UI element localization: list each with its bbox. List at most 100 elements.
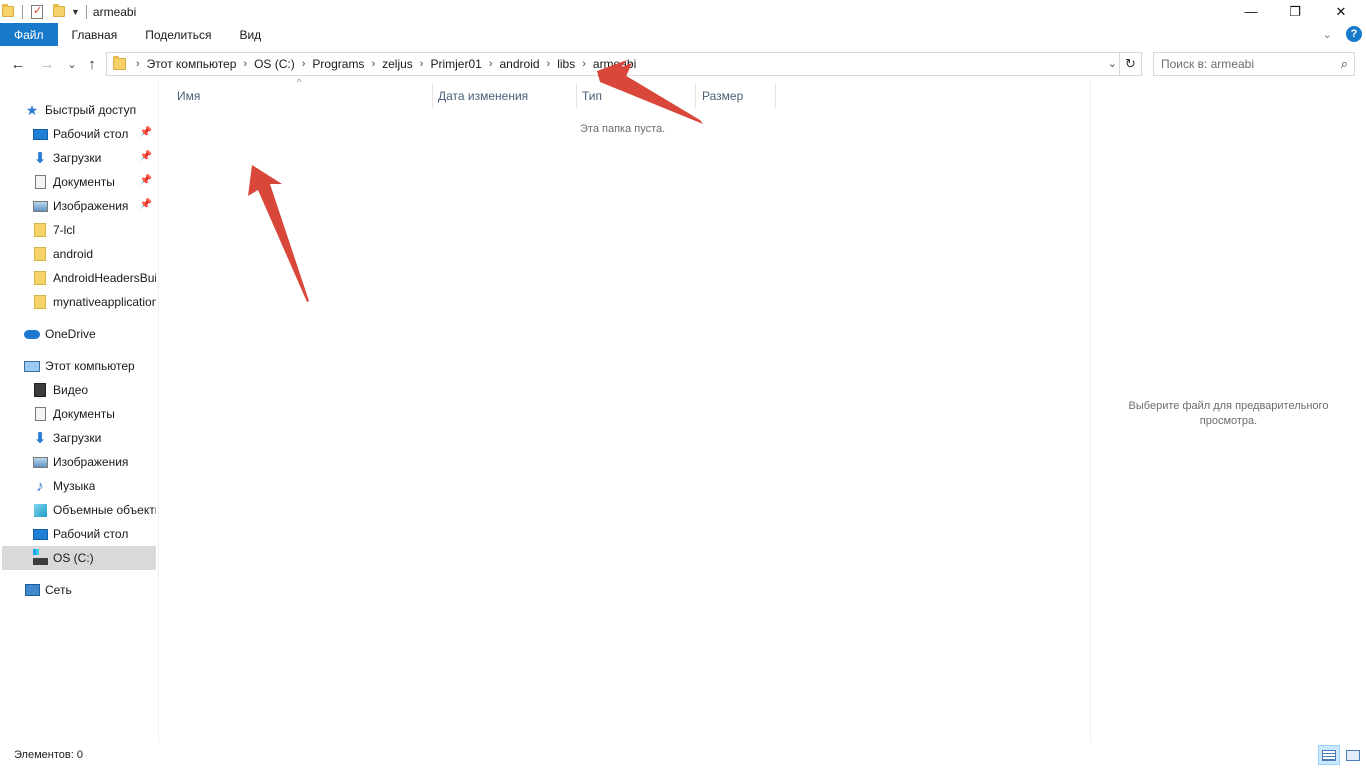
breadcrumb: › Этот компьютер › OS (C:) › Programs › … [134, 57, 641, 71]
breadcrumb-this-pc[interactable]: Этот компьютер [142, 57, 242, 71]
nav-quick-android[interactable]: android [2, 242, 156, 266]
nav-label: mynativeapplication [53, 295, 156, 309]
tab-home[interactable]: Главная [58, 23, 132, 46]
minimize-button[interactable]: — [1228, 0, 1274, 23]
customize-toolbar-dropdown-icon[interactable]: ▼ [71, 7, 80, 17]
nav-label: Изображения [53, 199, 129, 213]
back-button[interactable]: ← [9, 54, 27, 74]
download-icon: ⬇ [33, 429, 47, 447]
nav-network[interactable]: Сеть [2, 578, 156, 602]
breadcrumb-separator[interactable]: › [580, 58, 588, 70]
breadcrumb-separator[interactable]: › [369, 58, 377, 70]
nav-quick-downloads[interactable]: ⬇ Загрузки 📌 [2, 146, 156, 170]
address-bar[interactable]: › Этот компьютер › OS (C:) › Programs › … [106, 52, 1142, 76]
pictures-icon [32, 200, 48, 212]
nav-pc-videos[interactable]: Видео [2, 378, 156, 402]
nav-quick-mynativeapplication[interactable]: mynativeapplication [2, 290, 156, 314]
folder-icon [34, 295, 46, 309]
help-icon[interactable]: ? [1346, 26, 1362, 42]
breadcrumb-separator[interactable]: › [241, 58, 249, 70]
nav-label: Рабочий стол [53, 127, 129, 141]
forward-button[interactable]: → [38, 54, 56, 74]
breadcrumb-separator[interactable]: › [418, 58, 426, 70]
ribbon-tabs: Файл Главная Поделиться Вид ⌄ ? [0, 23, 1366, 46]
breadcrumb-separator[interactable]: › [487, 58, 495, 70]
search-box[interactable]: ⌕ [1153, 52, 1355, 76]
nav-quick-desktop[interactable]: Рабочий стол 📌 [2, 122, 156, 146]
window-title: armeabi [92, 4, 137, 19]
desktop-icon [32, 128, 48, 140]
folder-icon [34, 223, 46, 237]
column-divider[interactable] [775, 83, 776, 108]
nav-onedrive[interactable]: OneDrive [2, 322, 156, 346]
breadcrumb-libs[interactable]: libs [552, 57, 580, 71]
file-list[interactable]: Имя ^ Дата изменения Тип Размер Эта папк… [160, 77, 1089, 742]
nav-quick-documents[interactable]: Документы 📌 [2, 170, 156, 194]
nav-quick-access[interactable]: ★ Быстрый доступ [2, 98, 156, 122]
nav-pc-downloads[interactable]: ⬇ Загрузки [2, 426, 156, 450]
column-header-size[interactable]: Размер [702, 83, 743, 108]
nav-label: Документы [53, 407, 115, 421]
music-note-icon: ♪ [36, 477, 44, 495]
column-header-name[interactable]: Имя [177, 83, 200, 108]
column-header-type[interactable]: Тип [582, 83, 602, 108]
drive-icon [32, 548, 48, 565]
column-divider[interactable] [576, 83, 577, 108]
pin-icon: 📌 [139, 175, 152, 186]
details-view-icon [1322, 749, 1336, 761]
restore-button[interactable]: ❐ [1272, 0, 1318, 23]
nav-label: Загрузки [53, 431, 102, 445]
nav-quick-7-lcl[interactable]: 7-lcl [2, 218, 156, 242]
large-icons-view-button[interactable] [1342, 745, 1364, 765]
tab-file[interactable]: Файл [0, 23, 58, 46]
pin-icon: 📌 [139, 151, 152, 162]
nav-pc-3d-objects[interactable]: Объемные объекты [2, 498, 156, 522]
properties-icon[interactable] [31, 4, 43, 19]
nav-quick-androidheaders[interactable]: AndroidHeadersBuil [2, 266, 156, 290]
nav-pc-pictures[interactable]: Изображения [2, 450, 156, 474]
nav-label: Рабочий стол [53, 527, 129, 541]
nav-quick-pictures[interactable]: Изображения 📌 [2, 194, 156, 218]
search-input[interactable] [1154, 57, 1324, 71]
breadcrumb-primjer01[interactable]: Primjer01 [425, 57, 486, 71]
breadcrumb-zeljus[interactable]: zeljus [377, 57, 418, 71]
nav-pc-music[interactable]: ♪ Музыка [2, 474, 156, 498]
computer-icon [24, 360, 40, 372]
breadcrumb-separator[interactable]: › [300, 58, 308, 70]
tab-share[interactable]: Поделиться [131, 23, 225, 46]
preview-placeholder-text: Выберите файл для предварительного просм… [1128, 400, 1329, 427]
nav-this-pc[interactable]: Этот компьютер [2, 354, 156, 378]
breadcrumb-separator[interactable]: › [545, 58, 553, 70]
breadcrumb-programs[interactable]: Programs [307, 57, 369, 71]
nav-pc-documents[interactable]: Документы [2, 402, 156, 426]
address-history-dropdown-icon[interactable]: ⌄ [1108, 57, 1117, 70]
pictures-icon [32, 456, 48, 468]
breadcrumb-android[interactable]: android [495, 57, 545, 71]
column-divider[interactable] [432, 83, 433, 108]
column-divider[interactable] [695, 83, 696, 108]
large-icons-view-icon [1346, 749, 1360, 761]
breadcrumb-separator[interactable]: › [134, 58, 142, 70]
expand-ribbon-icon[interactable]: ⌄ [1323, 28, 1332, 41]
column-header-date-modified[interactable]: Дата изменения [438, 83, 528, 108]
network-icon [24, 584, 40, 596]
tab-view[interactable]: Вид [225, 23, 275, 46]
breadcrumb-os-c[interactable]: OS (C:) [249, 57, 300, 71]
nav-label: OneDrive [45, 327, 96, 341]
new-folder-icon[interactable] [53, 4, 65, 17]
breadcrumb-armeabi[interactable]: armeabi [588, 57, 641, 71]
recent-locations-button[interactable]: ⌄ [63, 54, 81, 74]
nav-pc-desktop[interactable]: Рабочий стол [2, 522, 156, 546]
close-button[interactable]: ✕ [1318, 0, 1364, 23]
nav-pc-os-c[interactable]: OS (C:) [2, 546, 156, 570]
up-button[interactable]: ↑ [83, 54, 101, 74]
navigation-pane: ★ Быстрый доступ Рабочий стол 📌 ⬇ Загруз… [0, 96, 157, 736]
nav-label: Объемные объекты [53, 503, 156, 517]
3d-cube-icon [33, 503, 47, 517]
search-icon[interactable]: ⌕ [1341, 56, 1348, 72]
nav-label: Музыка [53, 479, 96, 493]
pane-divider[interactable] [158, 80, 159, 742]
refresh-button[interactable]: ↻ [1119, 53, 1141, 75]
nav-label: Видео [53, 383, 89, 397]
details-view-button[interactable] [1318, 745, 1340, 765]
